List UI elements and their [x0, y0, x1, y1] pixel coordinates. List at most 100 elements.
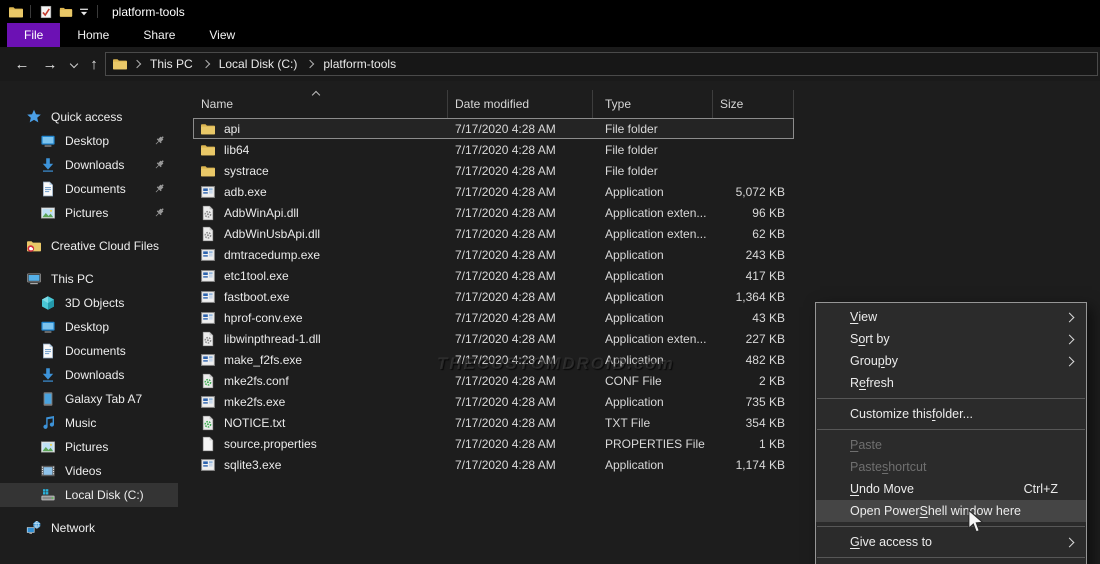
star-icon: [26, 109, 42, 125]
table-row[interactable]: mke2fs.exe 7/17/2020 4:28 AM Application 73…: [193, 391, 794, 412]
file-date-cell: 7/17/2020 4:28 AM: [455, 121, 556, 136]
menu-label-pre: Grou: [850, 354, 878, 368]
column-header-date-modified[interactable]: Date modified: [448, 90, 593, 118]
tab-file[interactable]: File: [7, 23, 61, 47]
sidebar-item-downloads[interactable]: Downloads: [0, 153, 178, 177]
tab-view[interactable]: View: [192, 23, 252, 47]
menu-item-group-by[interactable]: Grou p by: [816, 350, 1086, 372]
file-date-cell: 7/17/2020 4:28 AM: [455, 205, 556, 220]
file-type-cell: Application: [605, 352, 664, 367]
table-row[interactable]: NOTICE.txt 7/17/2020 4:28 AM TXT File 354 K…: [193, 412, 794, 433]
pictures-icon: [40, 439, 56, 455]
sidebar-item-creative-cloud-files[interactable]: Creative Cloud Files: [0, 234, 178, 258]
menu-item-give-access-to[interactable]: Give access to: [816, 531, 1086, 553]
menu-item-view[interactable]: View: [816, 306, 1086, 328]
sidebar-item-music[interactable]: Music: [0, 411, 178, 435]
table-row[interactable]: hprof-conv.exe 7/17/2020 4:28 AM Applicati…: [193, 307, 794, 328]
table-row[interactable]: api 7/17/2020 4:28 AM File folder: [193, 118, 794, 139]
file-type-cell: File folder: [605, 163, 658, 178]
table-row[interactable]: etc1tool.exe 7/17/2020 4:28 AM Application…: [193, 265, 794, 286]
breadcrumb-chevron-icon[interactable]: [306, 59, 315, 69]
sidebar-item-documents[interactable]: Documents: [0, 339, 178, 363]
menu-label-post: hortcut: [888, 460, 927, 474]
file-name-cell: dmtracedump.exe: [193, 247, 448, 263]
sidebar-item-3d-objects[interactable]: 3D Objects: [0, 291, 178, 315]
sidebar-item-local-disk-c[interactable]: Local Disk (C:): [0, 483, 178, 507]
sidebar-item-pictures[interactable]: Pictures: [0, 435, 178, 459]
file-size-cell: 1,364 KB: [735, 289, 785, 304]
network-icon: [26, 520, 42, 536]
sidebar-item-documents[interactable]: Documents: [0, 177, 178, 201]
submenu-arrow-icon: [1064, 537, 1075, 548]
file-name: mke2fs.exe: [224, 394, 286, 409]
table-row[interactable]: source.properties 7/17/2020 4:28 AM PROPER…: [193, 433, 794, 454]
column-header-size[interactable]: Size: [713, 90, 794, 118]
file-date-cell: 7/17/2020 4:28 AM: [455, 226, 556, 241]
sidebar-item-network[interactable]: Network: [0, 516, 178, 540]
tab-home[interactable]: Home: [60, 23, 126, 47]
new-folder-icon[interactable]: [59, 5, 73, 19]
breadcrumb-chevron-icon[interactable]: [201, 59, 210, 69]
submenu-arrow-icon: [1064, 356, 1075, 367]
menu-item-undo-move[interactable]: Undo Move Ctrl+Z: [816, 478, 1086, 500]
sidebar-item-label: Music: [65, 416, 97, 430]
file-name-cell: make_f2fs.exe: [193, 352, 448, 368]
sidebar-item-label: Creative Cloud Files: [51, 239, 160, 253]
menu-item-sort-by[interactable]: So rt by: [816, 328, 1086, 350]
table-row[interactable]: adb.exe 7/17/2020 4:28 AM Application 5,072…: [193, 181, 794, 202]
file-date-cell: 7/17/2020 4:28 AM: [455, 352, 556, 367]
table-row[interactable]: make_f2fs.exe 7/17/2020 4:28 AM Applicatio…: [193, 349, 794, 370]
properties-check-icon[interactable]: [39, 5, 53, 19]
column-header-label: Name: [201, 97, 234, 111]
forward-button[interactable]: →: [38, 52, 62, 76]
file-date-cell: 7/17/2020 4:28 AM: [455, 394, 556, 409]
customize-toolbar-icon[interactable]: [77, 5, 91, 19]
table-row[interactable]: dmtracedump.exe 7/17/2020 4:28 AM Applicat…: [193, 244, 794, 265]
file-name: adb.exe: [224, 184, 267, 199]
sidebar-item-desktop[interactable]: Desktop: [0, 129, 178, 153]
table-row[interactable]: fastboot.exe 7/17/2020 4:28 AM Application…: [193, 286, 794, 307]
table-row[interactable]: AdbWinApi.dll 7/17/2020 4:28 AM Applicatio…: [193, 202, 794, 223]
sidebar-item-quick-access[interactable]: Quick access: [0, 105, 178, 129]
back-button[interactable]: ←: [10, 52, 34, 76]
column-header-name[interactable]: Name: [193, 90, 448, 118]
breadcrumb-segment-this-pc[interactable]: This PC: [141, 57, 202, 71]
sidebar-item-this-pc[interactable]: This PC: [0, 267, 178, 291]
app-icon: [200, 352, 216, 368]
sidebar-item-galaxy-tab-a7[interactable]: Galaxy Tab A7: [0, 387, 178, 411]
table-row[interactable]: systrace 7/17/2020 4:28 AM File folder: [193, 160, 794, 181]
menu-label-post: ndo Move: [859, 482, 914, 496]
menu-item-open-powershell-window-here[interactable]: Open Power Shell window here: [816, 500, 1086, 522]
file-name: hprof-conv.exe: [224, 310, 303, 325]
up-button[interactable]: ↑: [82, 52, 106, 76]
table-row[interactable]: sqlite3.exe 7/17/2020 4:28 AM Application 1…: [193, 454, 794, 475]
sidebar-item-pictures[interactable]: Pictures: [0, 201, 178, 225]
breadcrumb-segment-local-disk-c[interactable]: Local Disk (C:): [210, 57, 307, 71]
tab-share[interactable]: Share: [126, 23, 192, 47]
table-row[interactable]: AdbWinUsbApi.dll 7/17/2020 4:28 AM Applica…: [193, 223, 794, 244]
column-header-type[interactable]: Type: [593, 90, 713, 118]
menu-item-paste-shortcut: Paste s hortcut: [816, 456, 1086, 478]
file-name: dmtracedump.exe: [224, 247, 321, 262]
table-row[interactable]: lib64 7/17/2020 4:28 AM File folder: [193, 139, 794, 160]
breadcrumb-segment-platform-tools[interactable]: platform-tools: [314, 57, 405, 71]
app-icon: [200, 289, 216, 305]
table-row[interactable]: mke2fs.conf 7/17/2020 4:28 AM CONF File 2 K…: [193, 370, 794, 391]
menu-shortcut: Ctrl+Z: [1023, 482, 1058, 496]
table-row[interactable]: libwinpthread-1.dll 7/17/2020 4:28 AM Appl…: [193, 328, 794, 349]
submenu-arrow-icon: [1064, 312, 1075, 323]
file-name: sqlite3.exe: [224, 457, 282, 472]
breadcrumb[interactable]: This PC Local Disk (C:) platform-tools: [105, 52, 1098, 76]
dll-icon: [200, 205, 216, 221]
sidebar-item-desktop[interactable]: Desktop: [0, 315, 178, 339]
sidebar-item-label: Pictures: [65, 206, 109, 220]
menu-label-post: older...: [935, 407, 973, 421]
breadcrumb-chevron-icon[interactable]: [132, 59, 142, 69]
menu-item-customize-this-folder[interactable]: Customize this f older...: [816, 403, 1086, 425]
sidebar-item-videos[interactable]: Videos: [0, 459, 178, 483]
window-folder-icon[interactable]: [8, 4, 24, 20]
file-name-cell: source.properties: [193, 436, 448, 452]
pictures-icon: [40, 205, 56, 221]
menu-item-refresh[interactable]: Re fresh: [816, 372, 1086, 394]
sidebar-item-downloads[interactable]: Downloads: [0, 363, 178, 387]
